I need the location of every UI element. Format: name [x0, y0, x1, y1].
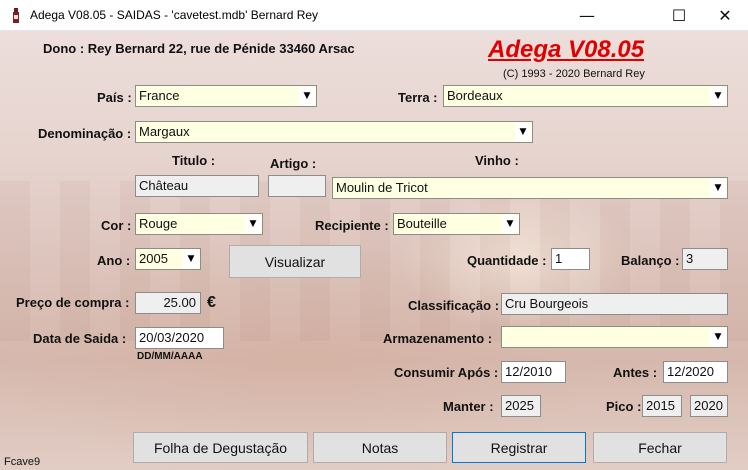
antes-field[interactable]: 12/2020	[663, 361, 728, 383]
cor-select[interactable]: Rouge ▼	[135, 213, 263, 235]
classificacao-value: Cru Bourgeois	[505, 296, 589, 311]
form-name-label: Fcave9	[4, 456, 41, 468]
classificacao-label: Classificação :	[408, 298, 500, 313]
pico-to-field[interactable]: 2020	[690, 395, 728, 417]
data-saida-label: Data de Saida :	[33, 331, 127, 346]
artigo-field[interactable]	[268, 175, 326, 197]
registrar-button[interactable]: Registrar	[452, 432, 586, 463]
denominacao-value: Margaux	[139, 124, 190, 139]
data-saida-field[interactable]: 20/03/2020	[135, 327, 224, 349]
cor-value: Rouge	[139, 216, 178, 231]
armazenamento-select[interactable]: ▼	[501, 326, 728, 348]
pais-label: País :	[97, 90, 132, 105]
terra-select[interactable]: Bordeaux ▼	[443, 85, 728, 107]
antes-label: Antes :	[613, 365, 658, 380]
vinho-select[interactable]: Moulin de Tricot ▼	[332, 177, 728, 199]
pico-to-value: 2020	[694, 398, 723, 413]
quantidade-label: Quantidade :	[467, 253, 547, 268]
balanco-value: 3	[686, 251, 694, 266]
pico-label: Pico :	[606, 399, 642, 414]
notas-button[interactable]: Notas	[313, 432, 447, 463]
denominacao-select[interactable]: Margaux ▼	[135, 121, 533, 143]
manter-value: 2025	[505, 398, 534, 413]
cor-label: Cor :	[101, 218, 132, 233]
ano-value: 2005	[139, 251, 168, 266]
preco-label: Preço de compra :	[16, 295, 130, 310]
window-title: Adega V08.05 - SAIDAS - 'cavetest.mdb' B…	[30, 8, 319, 22]
manter-field[interactable]: 2025	[501, 395, 541, 417]
vinho-label: Vinho :	[475, 153, 519, 168]
title-bar: Adega V08.05 - SAIDAS - 'cavetest.mdb' B…	[0, 0, 748, 31]
chevron-down-icon[interactable]: ▼	[710, 328, 726, 346]
antes-value: 12/2020	[667, 364, 714, 379]
chevron-down-icon[interactable]: ▼	[515, 123, 531, 141]
recipiente-label: Recipiente :	[315, 218, 389, 233]
preco-value: 25.00	[163, 295, 196, 310]
fechar-button[interactable]: Fechar	[593, 432, 727, 463]
consumir-apos-label: Consumir Após :	[394, 365, 499, 380]
ano-label: Ano :	[97, 253, 131, 268]
artigo-label: Artigo :	[270, 156, 317, 171]
currency-symbol: €	[207, 294, 216, 311]
copyright-text: (C) 1993 - 2020 Bernard Rey	[503, 68, 645, 80]
terra-label: Terra :	[398, 90, 438, 105]
minimize-button[interactable]: —	[564, 0, 610, 31]
pico-from-value: 2015	[646, 398, 675, 413]
pais-value: France	[139, 88, 180, 103]
app-window: Adega V08.05 - SAIDAS - 'cavetest.mdb' B…	[0, 0, 748, 470]
armazenamento-label: Armazenamento :	[383, 331, 493, 346]
titulo-label: Titulo :	[172, 153, 216, 168]
quantidade-field[interactable]: 1	[551, 248, 590, 270]
folha-degustacao-button[interactable]: Folha de Degustação	[133, 432, 308, 463]
balanco-field[interactable]: 3	[682, 248, 728, 270]
date-format-hint: DD/MM/AAAA	[137, 351, 203, 362]
form-area: Dono : Rey Bernard 22, rue de Pénide 334…	[0, 31, 748, 470]
data-saida-value: 20/03/2020	[139, 330, 205, 345]
visualizar-button[interactable]: Visualizar	[229, 245, 361, 278]
consumir-apos-field[interactable]: 12/2010	[501, 361, 566, 383]
balanco-label: Balanço :	[621, 253, 680, 268]
maximize-button[interactable]: ☐	[656, 0, 702, 31]
preco-field[interactable]: 25.00	[135, 292, 201, 314]
chevron-down-icon[interactable]: ▼	[183, 250, 199, 268]
titulo-value: Château	[139, 178, 189, 193]
vinho-value: Moulin de Tricot	[336, 180, 428, 195]
brand-title: Adega V08.05	[488, 36, 645, 63]
recipiente-value: Bouteille	[397, 216, 447, 231]
chevron-down-icon[interactable]: ▼	[710, 87, 726, 105]
quantidade-value: 1	[555, 251, 563, 266]
close-button[interactable]: ✕	[702, 0, 748, 31]
chevron-down-icon[interactable]: ▼	[710, 179, 726, 197]
terra-value: Bordeaux	[447, 88, 503, 103]
wine-bottle-icon	[13, 8, 19, 23]
chevron-down-icon[interactable]: ▼	[299, 87, 315, 105]
denominacao-label: Denominação :	[38, 126, 132, 141]
titulo-field[interactable]: Château	[135, 175, 259, 197]
owner-label: Dono : Rey Bernard 22, rue de Pénide 334…	[43, 41, 355, 56]
pico-from-field[interactable]: 2015	[642, 395, 682, 417]
ano-select[interactable]: 2005 ▼	[135, 248, 201, 270]
manter-label: Manter :	[443, 399, 494, 414]
consumir-apos-value: 12/2010	[505, 364, 552, 379]
pais-select[interactable]: France ▼	[135, 85, 317, 107]
recipiente-select[interactable]: Bouteille ▼	[393, 213, 520, 235]
classificacao-field[interactable]: Cru Bourgeois	[501, 293, 728, 315]
chevron-down-icon[interactable]: ▼	[502, 215, 518, 233]
chevron-down-icon[interactable]: ▼	[245, 215, 261, 233]
